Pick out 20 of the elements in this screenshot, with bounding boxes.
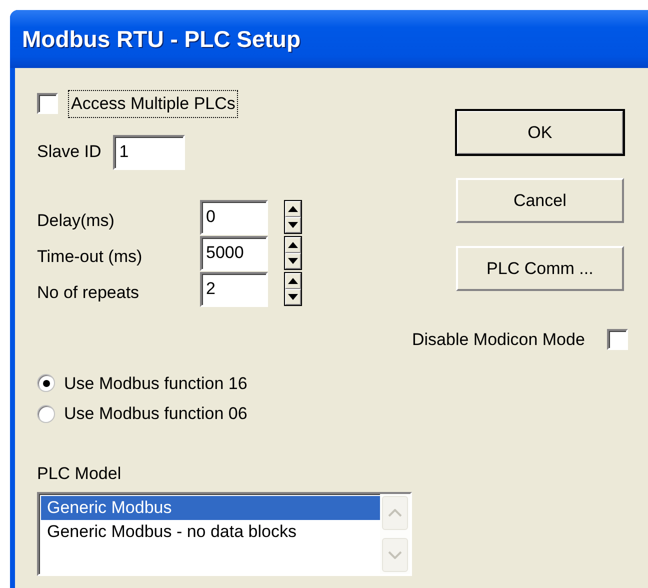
list-box[interactable]: Generic Modbus Generic Modbus - no data blocks [37, 492, 412, 576]
input-field[interactable]: 2 [200, 272, 268, 306]
field-label: Delay(ms) [37, 210, 116, 232]
input-field[interactable]: 5000 [200, 236, 268, 270]
list-label: PLC Model [37, 462, 122, 484]
input-field[interactable]: 0 [200, 200, 268, 234]
field-label: Time-out (ms) [37, 246, 144, 268]
radio-label[interactable]: Use Modbus function 16 [64, 370, 248, 396]
radio-label[interactable]: Use Modbus function 06 [64, 401, 248, 426]
dialog-button[interactable]: Cancel [456, 178, 624, 223]
field-label: Slave ID [37, 141, 102, 164]
dialog-button[interactable]: PLC Comm ... [456, 246, 624, 291]
input-field[interactable]: 1 [113, 134, 186, 170]
field-label: No of repeats [37, 282, 140, 304]
list-item[interactable]: Generic Modbus [41, 496, 380, 520]
window-title: Modbus RTU - PLC Setup [22, 24, 301, 54]
checkbox-label[interactable]: Disable Modicon Mode [412, 327, 585, 352]
list-item[interactable]: Generic Modbus - no data blocks [41, 520, 380, 544]
dialog-button[interactable]: OK [456, 110, 624, 155]
checkbox-label[interactable]: Access Multiple PLCs [68, 90, 238, 118]
